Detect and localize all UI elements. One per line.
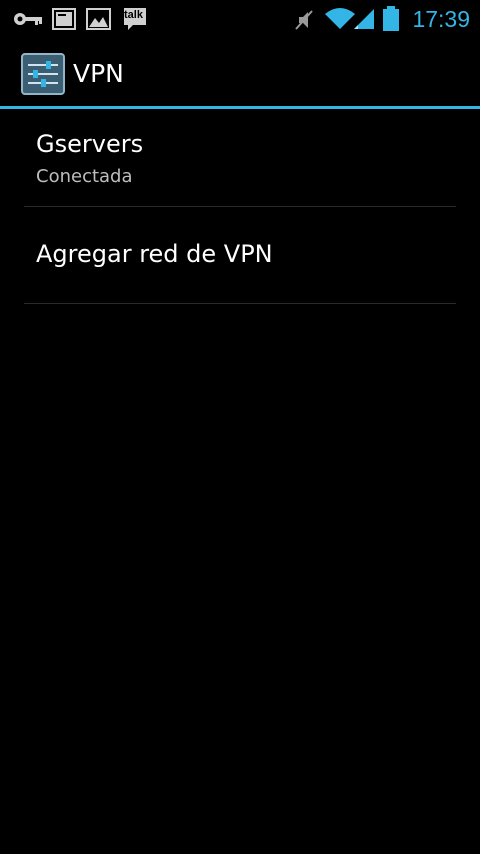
status-bar: talk 17:39 bbox=[0, 0, 480, 38]
image-icon bbox=[86, 8, 111, 30]
vpn-item-gservers[interactable]: Gservers Conectada bbox=[24, 109, 456, 207]
screenshot-icon bbox=[52, 8, 76, 30]
action-bar: VPN bbox=[0, 38, 480, 107]
talk-icon-label: talk bbox=[124, 9, 143, 21]
page-title: VPN bbox=[73, 59, 124, 88]
add-vpn-button[interactable]: Agregar red de VPN bbox=[24, 207, 456, 304]
battery-icon bbox=[383, 6, 399, 31]
wifi-icon bbox=[325, 8, 355, 29]
talk-icon: talk bbox=[122, 6, 148, 32]
vpn-key-icon bbox=[14, 13, 42, 25]
vpn-item-status: Conectada bbox=[36, 166, 133, 187]
vpn-list: Gservers Conectada Agregar red de VPN bbox=[0, 109, 480, 304]
vpn-item-name: Gservers bbox=[36, 130, 144, 158]
clock: 17:39 bbox=[412, 6, 470, 32]
signal-icon bbox=[354, 9, 374, 29]
mute-icon bbox=[295, 10, 313, 30]
settings-sliders-icon[interactable] bbox=[21, 53, 65, 95]
add-vpn-label: Agregar red de VPN bbox=[36, 240, 273, 268]
